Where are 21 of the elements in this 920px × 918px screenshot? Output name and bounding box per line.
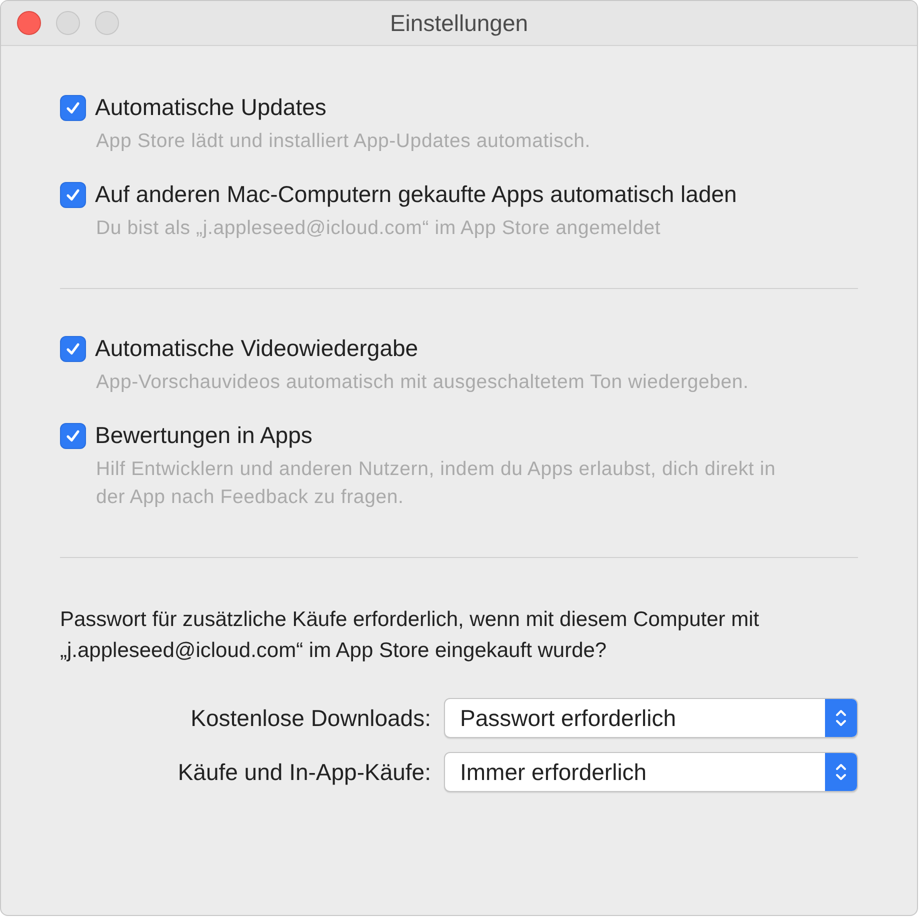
option-description: Du bist als „j.appleseed@icloud.com“ im App Store angemeldet: [96, 216, 662, 241]
checkbox[interactable]: [60, 336, 86, 362]
stepper-icon: [825, 699, 857, 737]
stepper-icon: [825, 753, 857, 791]
checkbox[interactable]: [60, 422, 86, 448]
checkbox-label[interactable]: Auf anderen Mac-Computern gekaufte Apps automatisch laden: [95, 181, 737, 208]
checkbox-label[interactable]: Automatische Updates: [95, 94, 326, 121]
option-description: App-Vorschauvideos automatisch mit ausgeschaltetem Ton wiedergeben.: [96, 370, 750, 395]
checkbox-label[interactable]: Bewertungen in Apps: [95, 422, 312, 449]
checkbox[interactable]: [60, 94, 86, 120]
password-question: Passwort für zusätzliche Käufe erforderlich, wenn mit diesem Computer mit „j.appleseed@icloud.com“ im App Store eingekauft wurde?: [60, 607, 760, 664]
close-button[interactable]: [17, 11, 41, 35]
popup-label: Kostenlose Downloads:: [190, 704, 431, 732]
option-description: Hilf Entwicklern und anderen Nutzern, indem du Apps erlaubst, dich direkt in der App nach Feedback zu fragen.: [96, 457, 777, 510]
checkbox[interactable]: [60, 182, 86, 208]
checkbox-label[interactable]: Automatische Videowiedergabe: [95, 335, 418, 362]
window-title: Einstellungen: [390, 10, 528, 36]
popup-menu[interactable]: Immer erforderlich: [444, 752, 858, 792]
option-description: App Store lädt und installiert App-Updates automatisch.: [96, 129, 592, 154]
popup-menu[interactable]: Passwort erforderlich: [444, 698, 858, 738]
popup-label: Käufe und In-App-Käufe:: [178, 758, 431, 786]
